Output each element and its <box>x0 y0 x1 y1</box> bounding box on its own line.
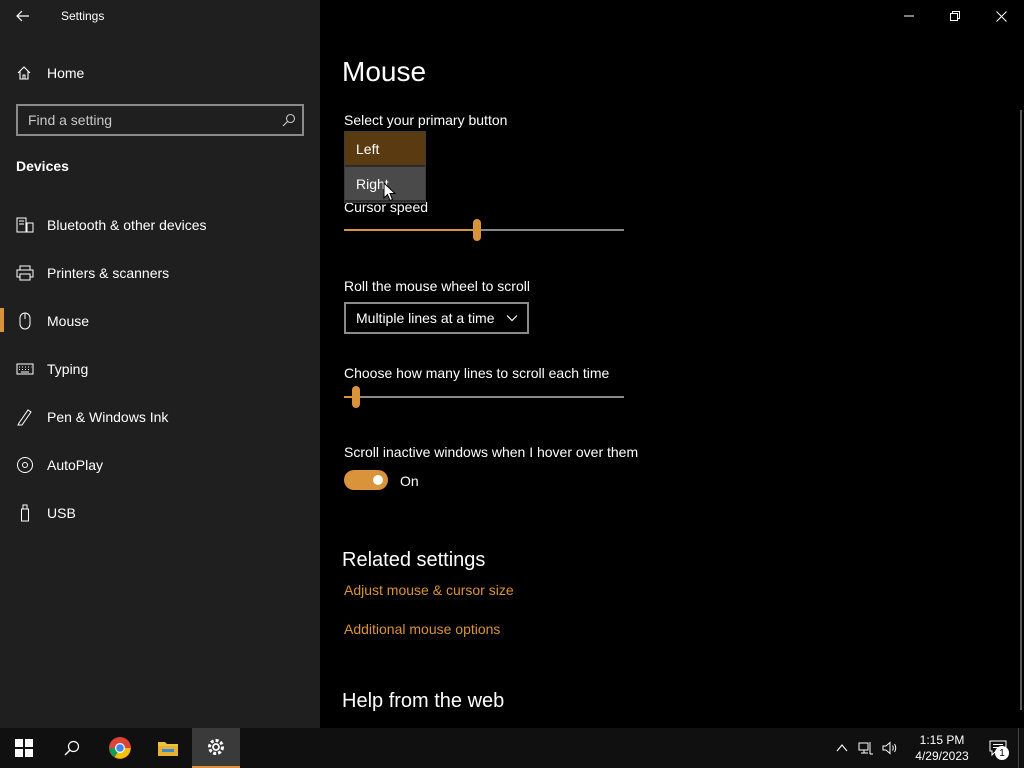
taskbar-search-button[interactable] <box>48 728 96 768</box>
slider-track <box>344 396 624 398</box>
action-center-button[interactable]: 1 <box>978 728 1018 768</box>
window-controls <box>886 0 1024 32</box>
system-tray: 1:15 PM 4/29/2023 1 <box>830 728 1024 768</box>
slider-thumb[interactable] <box>352 386 360 408</box>
folder-icon <box>158 742 178 756</box>
printer-icon <box>15 265 35 281</box>
scroll-wheel-label: Roll the mouse wheel to scroll <box>344 278 530 294</box>
sidebar-item-autoplay[interactable]: AutoPlay <box>0 441 320 489</box>
windows-logo-icon <box>15 739 33 757</box>
taskbar-chrome[interactable] <box>96 728 144 768</box>
sidebar-item-mouse[interactable]: Mouse <box>0 297 320 345</box>
notification-badge: 1 <box>995 746 1009 760</box>
option-left[interactable]: Left <box>345 132 425 165</box>
sidebar-item-label: Printers & scanners <box>47 265 170 281</box>
chevron-down-icon <box>505 311 519 328</box>
start-button[interactable] <box>0 728 48 768</box>
keyboard-icon <box>15 363 35 375</box>
section-title: Devices <box>16 158 69 174</box>
mouse-settings-page: Mouse Select your primary button Cursor … <box>320 0 1024 728</box>
scroll-mode-value: Multiple lines at a time <box>356 310 495 326</box>
adjust-cursor-size-link[interactable]: Adjust mouse & cursor size <box>344 582 514 598</box>
pen-icon <box>15 408 35 426</box>
home-icon <box>16 65 36 81</box>
bluetooth-devices-icon <box>15 217 35 233</box>
scroll-lines-slider[interactable] <box>344 386 624 408</box>
help-heading: Help from the web <box>342 690 505 712</box>
sidebar-item-label: USB <box>47 505 76 521</box>
clock-date: 4/29/2023 <box>915 749 969 763</box>
slider-fill <box>344 229 477 231</box>
sidebar-item-label: AutoPlay <box>47 457 104 473</box>
sidebar-item-label: Bluetooth & other devices <box>47 217 207 233</box>
taskbar: 1:15 PM 4/29/2023 1 <box>0 728 1024 768</box>
mouse-pointer-icon <box>383 182 396 202</box>
settings-sidebar: Settings Home Devices Bluetooth & other … <box>0 0 320 728</box>
show-hidden-icons-button[interactable] <box>830 728 854 768</box>
mouse-icon <box>15 312 35 330</box>
taskbar-file-explorer[interactable] <box>144 728 192 768</box>
usb-icon <box>15 504 35 522</box>
search-icon <box>64 740 80 756</box>
network-icon <box>858 742 873 755</box>
back-button[interactable] <box>0 0 46 32</box>
slider-thumb[interactable] <box>473 219 481 241</box>
sidebar-item-label: Typing <box>47 361 89 377</box>
devices-nav-list: Bluetooth & other devices Printers & sca… <box>0 201 320 537</box>
restore-icon <box>950 11 960 21</box>
page-title: Mouse <box>342 56 427 87</box>
restore-button[interactable] <box>932 0 978 32</box>
show-desktop-button[interactable] <box>1018 728 1024 768</box>
speaker-icon <box>882 741 897 755</box>
minimize-icon <box>904 15 914 17</box>
sidebar-item-usb[interactable]: USB <box>0 489 320 537</box>
sidebar-item-label: Pen & Windows Ink <box>47 409 169 425</box>
related-settings-heading: Related settings <box>342 549 486 571</box>
chevron-up-icon <box>836 744 848 752</box>
toggle-knob <box>373 475 383 485</box>
scrollbar[interactable] <box>1020 110 1022 710</box>
cursor-speed-slider[interactable] <box>344 219 624 241</box>
sidebar-item-printers[interactable]: Printers & scanners <box>0 249 320 297</box>
search-input[interactable] <box>18 112 276 128</box>
app-title: Settings <box>61 9 105 23</box>
close-icon <box>995 10 1007 22</box>
additional-mouse-options-link[interactable]: Additional mouse options <box>344 621 500 637</box>
volume-button[interactable] <box>878 728 902 768</box>
sidebar-item-bluetooth[interactable]: Bluetooth & other devices <box>0 201 320 249</box>
sidebar-item-pen[interactable]: Pen & Windows Ink <box>0 393 320 441</box>
search-box[interactable] <box>16 104 304 136</box>
chrome-icon <box>109 737 131 759</box>
minimize-button[interactable] <box>886 0 932 32</box>
home-label: Home <box>47 65 85 81</box>
gear-icon <box>208 739 224 755</box>
sidebar-item-typing[interactable]: Typing <box>0 345 320 393</box>
title-bar: Settings <box>0 0 320 32</box>
scroll-lines-label: Choose how many lines to scroll each tim… <box>344 365 610 381</box>
taskbar-settings[interactable] <box>192 728 240 768</box>
clock-time: 1:15 PM <box>919 733 965 747</box>
sidebar-item-label: Mouse <box>47 313 90 329</box>
home-nav-item[interactable]: Home <box>0 56 320 90</box>
scroll-mode-dropdown[interactable]: Multiple lines at a time <box>344 302 529 334</box>
close-button[interactable] <box>978 0 1024 32</box>
inactive-scroll-toggle[interactable] <box>344 470 388 490</box>
network-button[interactable] <box>854 728 878 768</box>
back-arrow-icon <box>16 10 29 22</box>
autoplay-icon <box>15 456 35 474</box>
primary-button-label: Select your primary button <box>344 112 508 128</box>
toggle-state-text: On <box>400 473 419 489</box>
clock[interactable]: 1:15 PM 4/29/2023 <box>906 732 978 764</box>
inactive-scroll-label: Scroll inactive windows when I hover ove… <box>344 444 639 460</box>
search-icon[interactable] <box>276 113 302 127</box>
